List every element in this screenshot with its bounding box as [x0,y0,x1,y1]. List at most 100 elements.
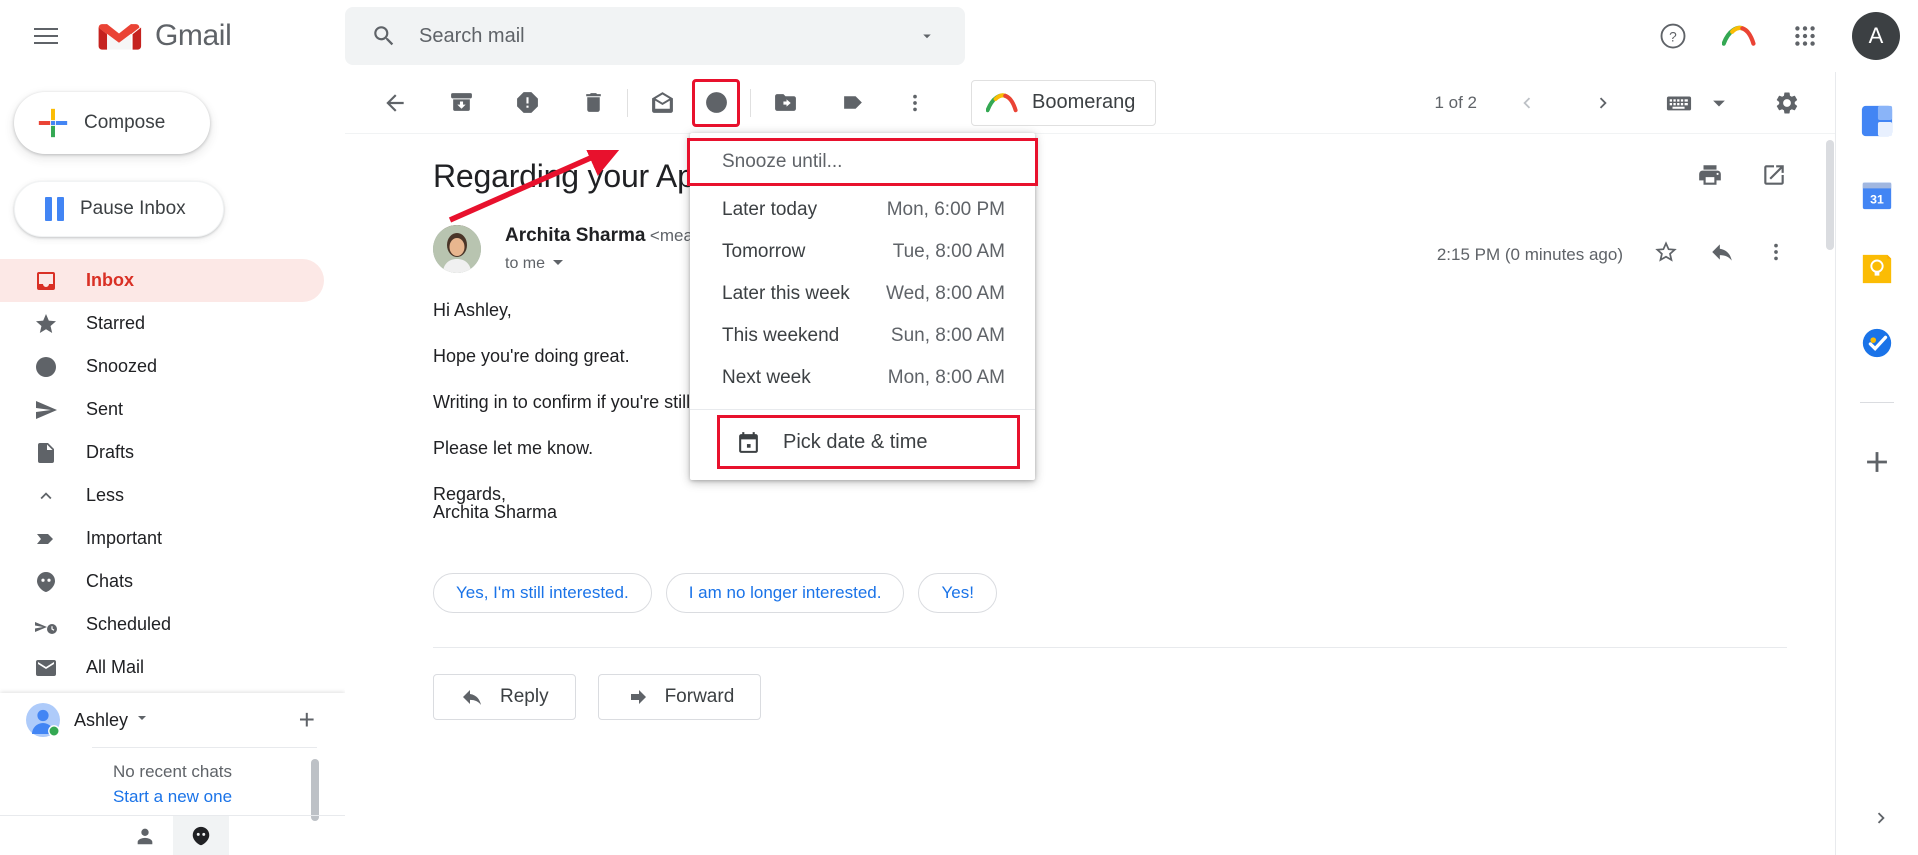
body-paragraph: Hope you're doing great. [433,346,630,366]
account-avatar[interactable]: A [1852,12,1900,60]
sidebar-item-label: Less [86,485,125,505]
pause-inbox-label: Pause Inbox [80,198,186,219]
snooze-until-header[interactable]: Snooze until... [687,138,1038,186]
toolbar-divider [627,88,628,117]
sidebar-item-all-mail[interactable]: All Mail [0,646,324,689]
back-arrow-icon[interactable] [373,81,417,125]
star-outline-icon[interactable] [1653,239,1679,270]
sidebar-item-snoozed[interactable]: Snoozed [0,345,324,388]
smart-reply-button[interactable]: Yes, I'm still interested. [433,573,652,613]
sidebar-item-starred[interactable]: Starred [0,302,324,345]
forward-button-label: Forward [664,686,735,707]
sidebar-item-sent[interactable]: Sent [0,388,324,431]
compose-button[interactable]: Compose [14,92,210,154]
print-icon[interactable] [1697,162,1723,193]
smart-reply-button[interactable]: Yes! [918,573,997,613]
sidebar-item-important[interactable]: Important [0,517,324,560]
google-tasks-panel-icon[interactable] [1860,104,1894,138]
important-icon [33,526,59,552]
chat-tab-contacts[interactable] [117,816,173,855]
snooze-option-this-weekend[interactable]: This weekend Sun, 8:00 AM [690,315,1035,357]
sidebar-item-scheduled[interactable]: Scheduled [0,603,324,646]
label-tag-icon[interactable] [831,81,875,125]
google-calendar-icon[interactable]: 31 [1860,178,1894,212]
archive-icon[interactable] [439,81,483,125]
caret-down-icon[interactable] [552,255,564,273]
trash-icon[interactable] [571,81,615,125]
star-icon [33,311,59,337]
reply-button-label: Reply [500,686,549,707]
chevron-right-icon[interactable] [1870,807,1892,833]
google-keep-icon[interactable] [1860,252,1894,286]
sidebar-item-label: Scheduled [86,614,172,634]
send-icon [33,397,59,423]
report-spam-icon[interactable] [505,81,549,125]
pause-inbox-button[interactable]: Pause Inbox [14,181,224,237]
sender-row: Archita Sharma <mearchita@gm to me 2:15 … [345,195,1835,273]
pick-date-time-option[interactable]: Pick date & time [717,415,1020,469]
message-scrollbar[interactable] [1826,140,1834,250]
more-vertical-icon[interactable] [1765,241,1787,268]
search-input[interactable] [419,24,909,48]
chat-tabs [0,815,345,855]
start-new-chat-link[interactable]: Start a new one [0,787,345,807]
draft-icon [33,440,59,466]
chat-scrollbar[interactable] [311,759,319,821]
hamburger-icon[interactable] [22,12,70,60]
sidebar-item-label: Starred [86,313,146,333]
snooze-option-next-week[interactable]: Next week Mon, 8:00 AM [690,357,1035,399]
smart-reply-button[interactable]: I am no longer interested. [665,573,905,613]
move-to-folder-icon[interactable] [763,81,807,125]
snooze-option-value: Mon, 6:00 PM [886,199,1005,220]
google-tasks-icon[interactable] [1860,326,1894,360]
sidebar-item-less[interactable]: Less [0,474,324,517]
caret-down-icon[interactable] [136,711,148,729]
signoff-line: Regards, [433,484,507,504]
snooze-dropdown-menu: Snooze until... Later today Mon, 6:00 PM… [687,133,1038,480]
snooze-clock-icon[interactable] [692,78,740,127]
gmail-brand[interactable]: Gmail [96,19,232,53]
snooze-option-value: Sun, 8:00 AM [890,325,1005,346]
reply-arrow-icon[interactable] [1709,239,1735,270]
plus-icon[interactable] [1860,445,1894,479]
apps-grid-icon[interactable] [1786,17,1824,55]
sidebar-item-label: All Mail [86,657,145,677]
boomerang-icon[interactable] [1720,17,1758,55]
sidebar-item-chats[interactable]: Chats [0,560,324,603]
forward-button[interactable]: Forward [597,674,762,720]
chat-user-row[interactable]: Ashley + [0,693,345,747]
search-options-caret-icon[interactable] [909,18,945,54]
open-in-new-icon[interactable] [1761,162,1787,193]
snooze-option-later-today[interactable]: Later today Mon, 6:00 PM [690,189,1035,231]
boomerang-label: Boomerang [1032,91,1136,113]
search-bar[interactable] [345,7,965,65]
caret-down-icon[interactable] [1707,81,1731,125]
body-paragraph: Hi Ashley, [433,300,512,320]
reply-button[interactable]: Reply [433,674,576,720]
divider [690,409,1035,410]
gear-icon[interactable] [1765,81,1809,125]
scheduled-icon [33,612,59,638]
forward-arrow-icon [630,690,646,704]
chevron-left-icon[interactable] [1505,81,1549,125]
help-icon[interactable]: ? [1654,17,1692,55]
keyboard-icon[interactable] [1657,81,1701,125]
all-mail-icon [33,655,59,681]
new-chat-plus-icon[interactable]: + [299,706,315,734]
snooze-option-tomorrow[interactable]: Tomorrow Tue, 8:00 AM [690,231,1035,273]
pick-date-time-label: Pick date & time [783,430,928,453]
message-meta: 2:15 PM (0 minutes ago) [1437,239,1787,270]
sidebar-item-drafts[interactable]: Drafts [0,431,324,474]
chat-empty-state: No recent chats Start a new one [0,748,345,807]
more-vertical-icon[interactable] [893,81,937,125]
snooze-option-later-this-week[interactable]: Later this week Wed, 8:00 AM [690,273,1035,315]
mark-as-unread-icon[interactable] [640,81,684,125]
chat-tab-hangouts[interactable] [172,816,229,855]
recipient-label: to me [505,255,546,272]
chevron-right-icon[interactable] [1581,81,1625,125]
boomerang-button[interactable]: Boomerang [971,79,1157,126]
sidebar-item-inbox[interactable]: Inbox [0,259,324,302]
snooze-option-label: Next week [722,367,811,388]
body-paragraph: Writing in to confirm if you're still i … [433,392,810,412]
snooze-option-value: Tue, 8:00 AM [892,241,1005,262]
